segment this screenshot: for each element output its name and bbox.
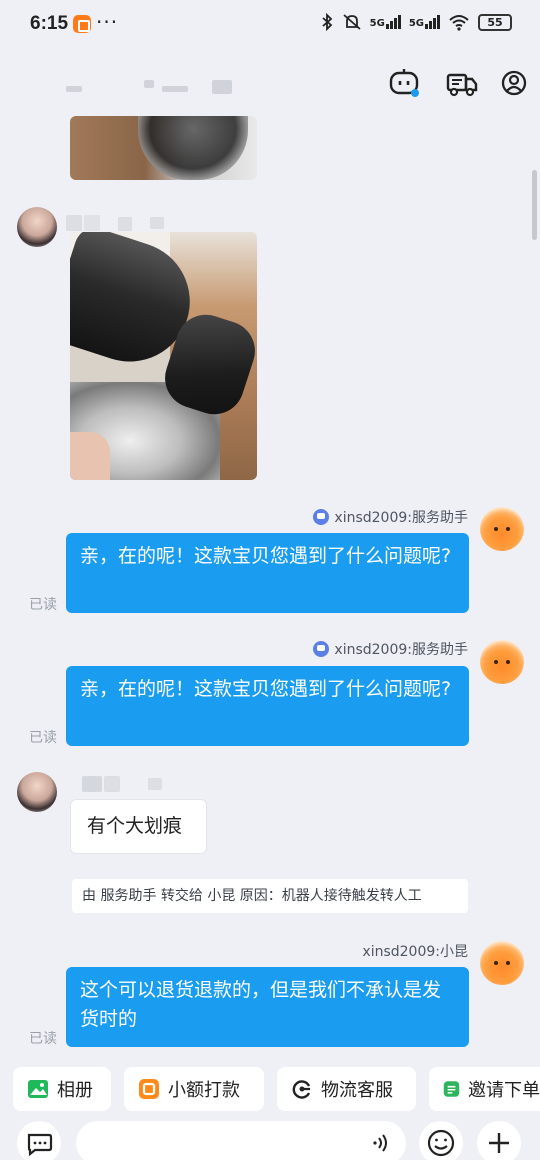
profile-icon[interactable]	[499, 68, 529, 98]
agent-sender-name: xinsd2009:小昆	[362, 941, 468, 961]
service-robot-badge-icon	[313, 641, 330, 657]
pot-shape	[138, 116, 248, 180]
read-receipt-3: 已读	[29, 1031, 57, 1047]
more-notifications: ···	[96, 10, 119, 34]
customer-name-blurred	[66, 215, 176, 231]
photo-hand	[70, 432, 110, 480]
emoji-icon	[427, 1129, 455, 1157]
service-sender-label: xinsd2009:服务助手	[334, 510, 468, 526]
service-sender-name: xinsd2009:服务助手	[313, 507, 468, 527]
quick-action-invite-order[interactable]: 邀请下单	[429, 1067, 540, 1111]
chat-header	[0, 56, 540, 106]
status-time: 6:15	[30, 13, 69, 34]
message-input[interactable]	[76, 1121, 406, 1160]
quick-action-album-label: 相册	[57, 1080, 93, 1101]
customer-avatar[interactable]	[17, 207, 57, 247]
customer-avatar-2[interactable]	[17, 772, 57, 812]
service-sender-name-2: xinsd2009:服务助手	[313, 639, 468, 659]
logistics-service-icon	[292, 1080, 311, 1099]
service-message-bubble-2[interactable]: 亲，在的呢！这款宝贝您遇到了什么问题呢?	[66, 666, 469, 746]
mute-icon	[343, 14, 361, 30]
product-photo-top[interactable]	[70, 116, 257, 180]
quick-action-invite-label: 邀请下单	[468, 1080, 540, 1101]
agent-sender-label: xinsd2009:小昆	[362, 944, 468, 960]
quick-action-logistics-service[interactable]: 物流客服	[277, 1067, 416, 1111]
album-icon	[28, 1080, 48, 1098]
quick-action-logistics-label: 物流客服	[321, 1080, 393, 1101]
product-photo-scratch[interactable]	[70, 232, 257, 480]
signal-5g-icon: 5G	[370, 15, 401, 29]
more-actions-button[interactable]	[477, 1121, 521, 1160]
chat-bubble-icon	[27, 1133, 53, 1157]
transfer-system-note: 由 服务助手 转交给 小昆 原因：机器人接待触发转人工	[72, 879, 468, 913]
service-avatar-2[interactable]	[480, 640, 524, 684]
service-robot-badge-icon	[313, 509, 330, 525]
agent-message-bubble[interactable]: 这个可以退货退款的，但是我们不承认是发货时的	[66, 967, 469, 1047]
emoji-button[interactable]	[419, 1121, 463, 1160]
customer-name-blurred-2	[82, 776, 172, 792]
read-receipt-2: 已读	[29, 730, 57, 746]
read-receipt: 已读	[29, 597, 57, 613]
customer-message-bubble[interactable]: 有个大划痕	[70, 799, 207, 854]
quick-action-album[interactable]: 相册	[13, 1067, 111, 1111]
status-bar: 6:15 ··· 5G 5G 55	[0, 0, 540, 50]
quick-action-payment-label: 小额打款	[168, 1080, 240, 1101]
delivery-truck-icon[interactable]	[445, 66, 479, 100]
taobao-notification-icon	[73, 15, 91, 33]
status-icons: 5G 5G 55	[320, 13, 512, 31]
battery-indicator: 55	[478, 13, 512, 31]
agent-avatar[interactable]	[480, 941, 524, 985]
quick-action-small-payment[interactable]: 小额打款	[124, 1067, 264, 1111]
service-sender-label-2: xinsd2009:服务助手	[334, 642, 468, 658]
bluetooth-icon	[322, 13, 332, 31]
service-avatar[interactable]	[480, 507, 524, 551]
chat-title-blurred	[66, 76, 246, 94]
scrollbar[interactable]	[532, 170, 537, 240]
invite-order-icon	[443, 1081, 460, 1097]
service-message-bubble[interactable]: 亲，在的呢！这款宝贝您遇到了什么问题呢?	[66, 533, 469, 613]
payment-icon	[139, 1079, 159, 1099]
voice-input-icon[interactable]	[370, 1131, 394, 1155]
wifi-icon	[449, 15, 469, 31]
quick-phrase-button[interactable]	[17, 1121, 61, 1160]
signal-5g-icon-2: 5G	[409, 15, 440, 29]
robot-assistant-icon[interactable]	[387, 66, 421, 100]
plus-icon	[489, 1133, 509, 1153]
